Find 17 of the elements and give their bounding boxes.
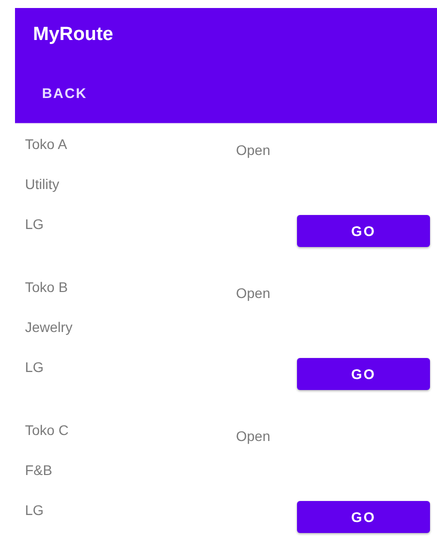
store-name: Toko A (25, 136, 68, 152)
store-category: Jewelry (25, 319, 74, 335)
store-code: LG (25, 359, 45, 375)
store-status: Open (236, 285, 272, 301)
store-status: Open (236, 428, 272, 444)
store-name: Toko B (25, 279, 69, 295)
go-button[interactable]: GO (297, 358, 430, 390)
store-code: LG (25, 502, 45, 518)
store-status: Open (236, 142, 272, 158)
store-category: F&B (25, 462, 54, 478)
go-button[interactable]: GO (297, 501, 430, 533)
back-button[interactable]: BACK (34, 78, 96, 106)
app-title: MyRoute (32, 23, 114, 47)
store-code: LG (25, 216, 45, 232)
go-button[interactable]: GO (297, 215, 430, 247)
store-category: Utility (25, 176, 60, 192)
store-name: Toko C (25, 422, 70, 438)
